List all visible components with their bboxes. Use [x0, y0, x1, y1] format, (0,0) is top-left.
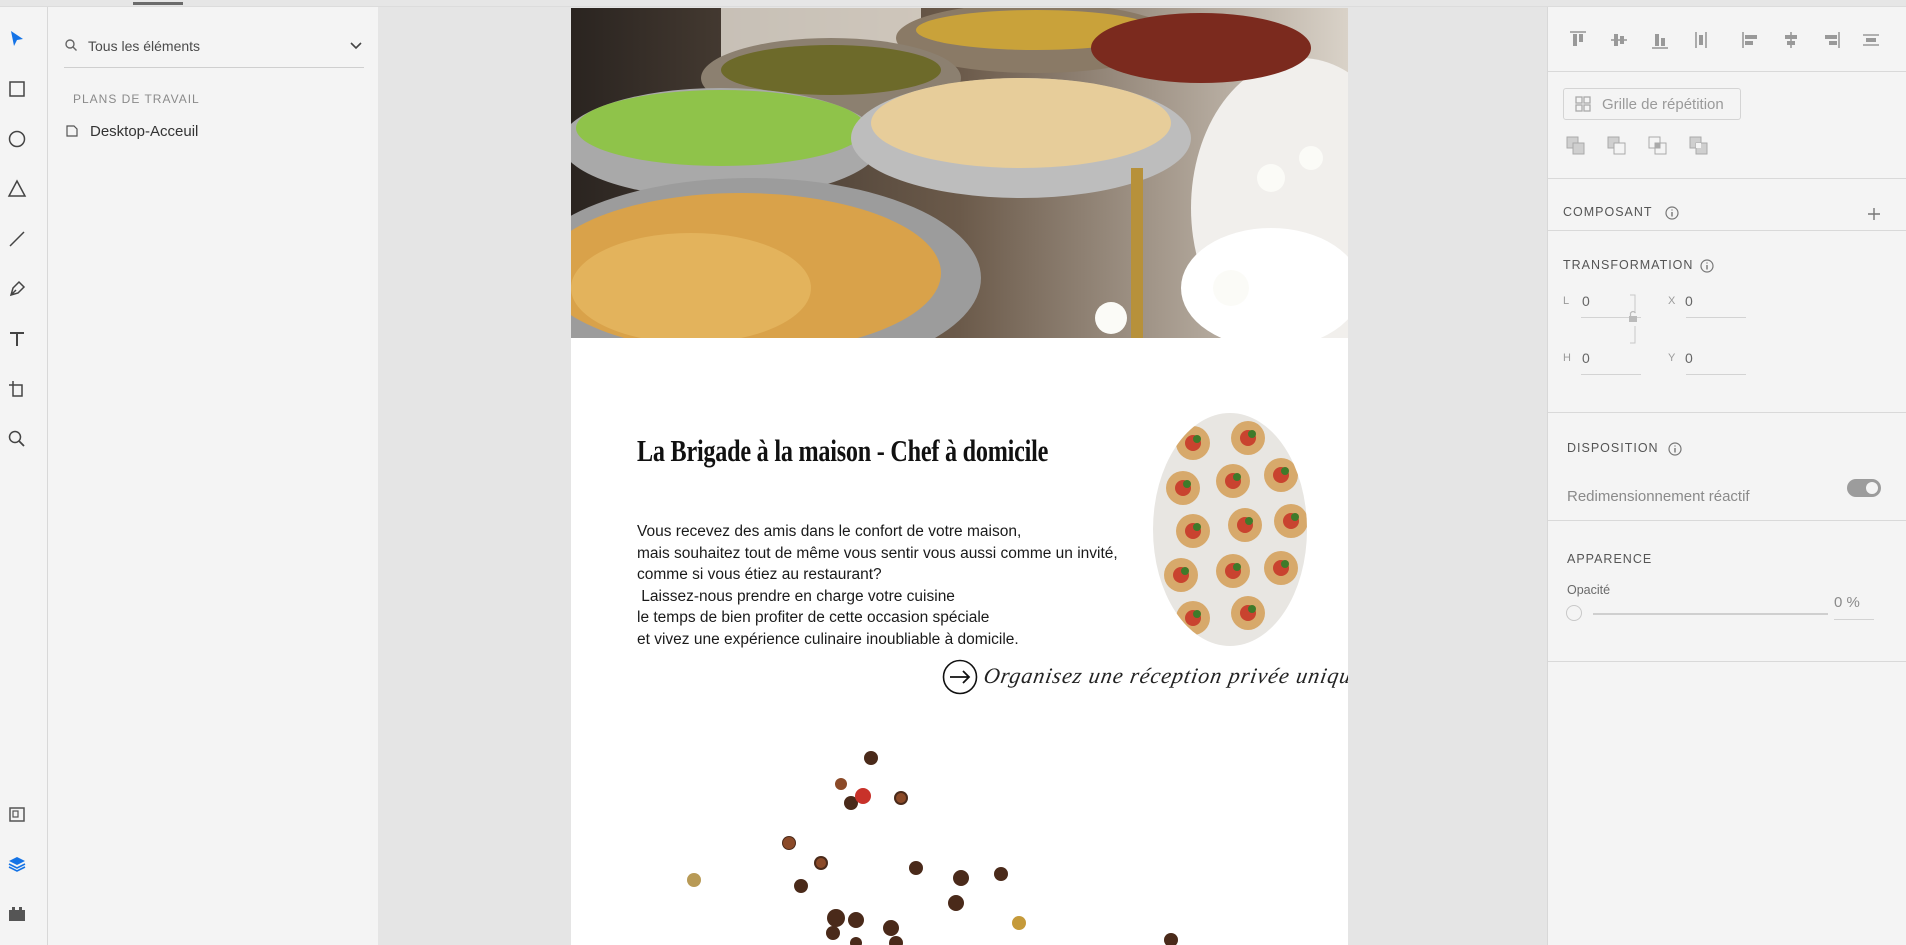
appearance-label: APPARENCE	[1567, 552, 1653, 566]
x-field[interactable]: X 0	[1668, 291, 1748, 319]
assets-panel-icon[interactable]	[5, 802, 29, 826]
divider	[1548, 178, 1906, 179]
repeat-grid-label: Grille de répétition	[1602, 95, 1724, 113]
x-value[interactable]: 0	[1685, 293, 1693, 309]
distribute-horizontal-icon[interactable]	[1858, 27, 1884, 53]
section-heading[interactable]: La Brigade à la maison - Chef à domicile	[637, 433, 1048, 469]
line-tool-icon[interactable]	[5, 227, 29, 251]
peppercorns-image[interactable]	[651, 728, 1291, 945]
divider	[1548, 230, 1906, 231]
width-value[interactable]: 0	[1582, 293, 1590, 309]
section-paragraph[interactable]: Vous recevez des amis dans le confort de…	[637, 521, 1118, 650]
artboard-desktop-accueil[interactable]: La Brigade à la maison - Chef à domicile…	[571, 8, 1348, 945]
info-icon[interactable]	[1665, 206, 1679, 220]
transform-label: TRANSFORMATION	[1563, 258, 1694, 272]
add-boolean-icon[interactable]	[1565, 135, 1587, 157]
cta-text[interactable]: Organisez une réception privée unique	[982, 663, 1348, 689]
canapes-oval-image[interactable]	[1153, 413, 1307, 646]
rectangle-tool-icon[interactable]	[5, 77, 29, 101]
add-component-icon[interactable]	[1866, 206, 1882, 222]
artboard-icon	[66, 125, 78, 137]
layout-label: DISPOSITION	[1567, 441, 1659, 455]
layers-panel: Tous les éléments PLANS DE TRAVAIL Deskt…	[48, 7, 378, 945]
y-value[interactable]: 0	[1685, 350, 1693, 366]
repeat-grid-button[interactable]: Grille de répétition	[1563, 88, 1741, 120]
polygon-tool-icon[interactable]	[5, 177, 29, 201]
layers-search[interactable]: Tous les éléments	[64, 25, 364, 68]
top-bar	[0, 0, 1906, 7]
distribute-vertical-icon[interactable]	[1688, 27, 1714, 53]
divider	[1548, 661, 1906, 662]
height-field[interactable]: H 0	[1563, 348, 1643, 376]
artboard-label: Desktop-Acceuil	[90, 122, 199, 140]
lock-icon[interactable]	[1628, 294, 1638, 344]
text-tool-icon[interactable]	[5, 327, 29, 351]
align-bottom-icon[interactable]	[1647, 27, 1673, 53]
align-center-icon[interactable]	[1778, 27, 1804, 53]
align-left-icon[interactable]	[1738, 27, 1764, 53]
arrow-circle-icon[interactable]	[942, 659, 978, 695]
align-top-icon[interactable]	[1565, 27, 1591, 53]
artboards-section-title: PLANS DE TRAVAIL	[73, 92, 200, 106]
align-middle-icon[interactable]	[1606, 27, 1632, 53]
height-value[interactable]: 0	[1582, 350, 1590, 366]
info-icon[interactable]	[1700, 259, 1714, 273]
opacity-slider-knob[interactable]	[1566, 605, 1582, 621]
plugins-panel-icon[interactable]	[5, 902, 29, 926]
hero-buffet-image[interactable]	[571, 8, 1348, 338]
zoom-tool-icon[interactable]	[5, 427, 29, 451]
grid-icon	[1575, 96, 1591, 112]
active-tab-indicator	[133, 2, 183, 5]
chevron-down-icon[interactable]	[348, 37, 364, 53]
align-right-icon[interactable]	[1818, 27, 1844, 53]
ellipse-tool-icon[interactable]	[5, 127, 29, 151]
artboard-item[interactable]: Desktop-Acceuil	[66, 120, 198, 142]
search-icon	[65, 39, 77, 51]
search-input[interactable]: Tous les éléments	[88, 38, 200, 54]
tools-toolbar	[0, 7, 48, 945]
properties-panel: Grille de répétition COMPOSANT TRANSFORM…	[1547, 7, 1906, 945]
info-icon[interactable]	[1668, 442, 1682, 456]
artboard-tool-icon[interactable]	[5, 377, 29, 401]
component-label: COMPOSANT	[1563, 205, 1653, 219]
pen-tool-icon[interactable]	[5, 277, 29, 301]
opacity-label: Opacité	[1567, 583, 1611, 597]
exclude-boolean-icon[interactable]	[1688, 135, 1710, 157]
divider	[1548, 412, 1906, 413]
opacity-value[interactable]: 0 %	[1834, 594, 1860, 611]
subtract-boolean-icon[interactable]	[1606, 135, 1628, 157]
opacity-slider-track[interactable]	[1593, 613, 1828, 615]
responsive-resize-toggle[interactable]	[1847, 479, 1881, 497]
layers-panel-icon[interactable]	[5, 852, 29, 876]
divider	[1548, 520, 1906, 521]
select-tool-icon[interactable]	[5, 27, 29, 51]
divider	[1548, 71, 1906, 72]
intersect-boolean-icon[interactable]	[1647, 135, 1669, 157]
responsive-resize-label: Redimensionnement réactif	[1567, 488, 1750, 505]
y-field[interactable]: Y 0	[1668, 348, 1748, 376]
